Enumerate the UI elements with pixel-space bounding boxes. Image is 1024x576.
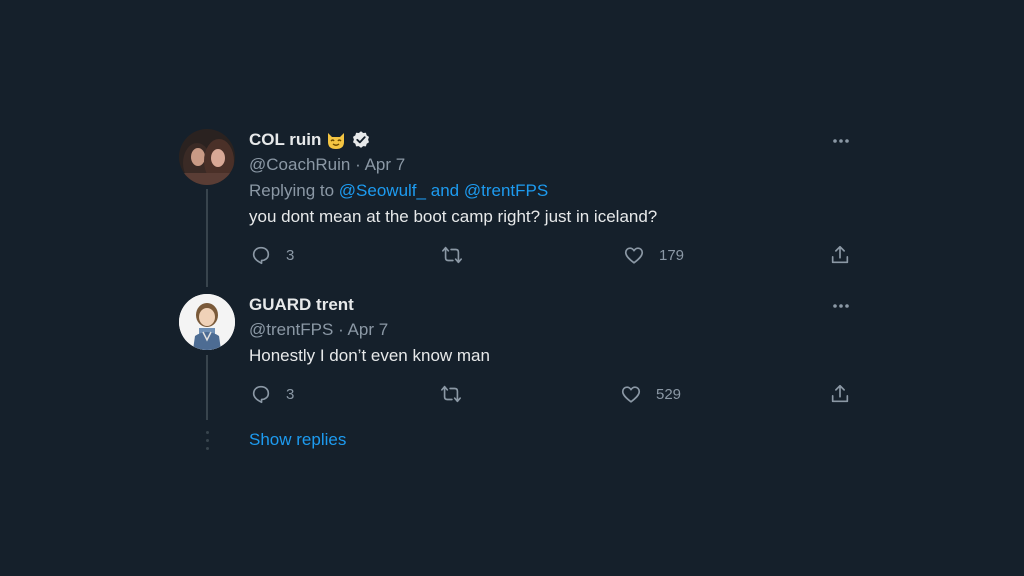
display-name[interactable]: COL ruin xyxy=(249,130,321,150)
like-count: 529 xyxy=(656,385,682,403)
tweet-text: Honestly I don’t even know man xyxy=(249,346,490,365)
share-button[interactable] xyxy=(829,244,851,266)
reply-and-link[interactable]: and xyxy=(431,181,459,200)
like-button[interactable]: 529 xyxy=(620,383,681,405)
thread-dot xyxy=(206,431,209,434)
reply-button[interactable]: 3 xyxy=(250,244,294,266)
display-name[interactable]: GUARD trent xyxy=(249,295,354,315)
share-button[interactable] xyxy=(829,383,851,405)
reply-button[interactable]: 3 xyxy=(250,383,294,405)
more-options-icon[interactable] xyxy=(830,296,852,316)
tweet-2-header: GUARD trent xyxy=(249,295,354,315)
heart-icon xyxy=(621,386,641,403)
like-count: 179 xyxy=(659,246,685,264)
share-icon xyxy=(831,245,849,264)
separator: · xyxy=(338,320,344,339)
retweet-button[interactable] xyxy=(441,244,463,266)
replying-to: Replying to @Seowulf_ and @trentFPS xyxy=(249,181,548,201)
separator: · xyxy=(355,155,361,174)
avatar-photo xyxy=(179,129,235,185)
verified-badge-icon xyxy=(353,131,370,148)
handle[interactable]: @CoachRuin xyxy=(249,155,350,174)
replying-to-label: Replying to xyxy=(249,181,335,200)
timestamp[interactable]: Apr 7 xyxy=(365,155,406,174)
tweet-1-header: COL ruin xyxy=(249,130,371,150)
timestamp[interactable]: Apr 7 xyxy=(348,320,389,339)
tweet-text: you dont mean at the boot camp right? ju… xyxy=(249,207,658,226)
retweet-button[interactable] xyxy=(440,383,462,405)
reply-count: 3 xyxy=(286,246,295,264)
reply-mention-link[interactable]: @trentFPS xyxy=(464,181,548,200)
retweet-icon xyxy=(441,385,461,403)
thread-dot xyxy=(206,439,209,442)
reply-mention-link[interactable]: @Seowulf_ xyxy=(339,181,426,200)
retweet-icon xyxy=(442,246,462,264)
avatar-illustration xyxy=(179,294,235,350)
heart-icon xyxy=(624,247,644,264)
tweet-thread: COL ruin @CoachRuin · Apr 7 Replying to … xyxy=(0,0,1024,576)
tweet-1-meta: @CoachRuin · Apr 7 xyxy=(249,155,405,175)
show-replies-link[interactable]: Show replies xyxy=(249,430,346,450)
handle[interactable]: @trentFPS xyxy=(249,320,333,339)
thread-line xyxy=(206,355,208,420)
reply-icon xyxy=(252,385,270,404)
thread-line xyxy=(206,189,208,287)
share-icon xyxy=(831,384,849,403)
thread-dot xyxy=(206,447,209,450)
tweet-2-meta: @trentFPS · Apr 7 xyxy=(249,320,388,340)
smiling-cat-emoji-icon xyxy=(328,133,345,149)
avatar[interactable] xyxy=(179,294,235,350)
reply-icon xyxy=(252,246,270,265)
like-button[interactable]: 179 xyxy=(623,244,684,266)
avatar[interactable] xyxy=(179,129,235,185)
more-options-icon[interactable] xyxy=(830,131,852,151)
reply-count: 3 xyxy=(286,385,295,403)
